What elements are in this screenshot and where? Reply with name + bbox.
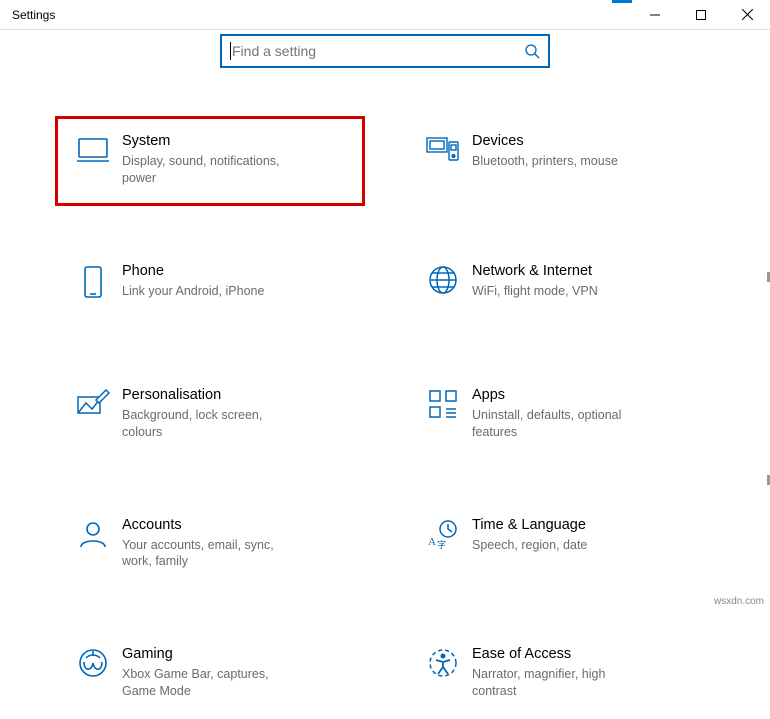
category-gaming[interactable]: Gaming Xbox Game Bar, captures, Game Mod… <box>55 629 365 719</box>
ease-of-access-icon <box>420 646 466 678</box>
personalisation-icon <box>70 387 116 417</box>
category-title: Ease of Access <box>472 646 700 662</box>
globe-icon <box>420 263 466 295</box>
category-title: Devices <box>472 133 700 149</box>
category-desc: Xbox Game Bar, captures, Game Mode <box>122 666 292 700</box>
category-desc: Bluetooth, printers, mouse <box>472 153 642 170</box>
window-title: Settings <box>0 8 632 22</box>
category-title: Apps <box>472 387 700 403</box>
accent-strip <box>612 0 632 3</box>
maximize-icon <box>696 10 706 20</box>
category-title: Phone <box>122 263 350 279</box>
accounts-icon <box>70 517 116 549</box>
category-desc: WiFi, flight mode, VPN <box>472 283 642 300</box>
category-phone[interactable]: Phone Link your Android, iPhone <box>55 246 365 330</box>
category-title: System <box>122 133 350 149</box>
devices-icon <box>420 133 466 163</box>
category-time-language[interactable]: A 字 Time & Language Speech, region, date <box>405 500 715 590</box>
close-icon <box>742 9 753 20</box>
apps-icon <box>420 387 466 419</box>
gaming-icon <box>70 646 116 678</box>
category-desc: Narrator, magnifier, high contrast <box>472 666 642 700</box>
category-system[interactable]: System Display, sound, notifications, po… <box>55 116 365 206</box>
minimize-button[interactable] <box>632 0 678 30</box>
minimize-icon <box>650 10 660 20</box>
category-accounts[interactable]: Accounts Your accounts, email, sync, wor… <box>55 500 365 590</box>
category-apps[interactable]: Apps Uninstall, defaults, optional featu… <box>405 370 715 460</box>
category-personalisation[interactable]: Personalisation Background, lock screen,… <box>55 370 365 460</box>
settings-home: System Display, sound, notifications, po… <box>0 30 770 719</box>
category-title: Accounts <box>122 517 350 533</box>
search-box[interactable] <box>220 34 550 68</box>
text-caret <box>230 42 231 60</box>
category-desc: Link your Android, iPhone <box>122 283 292 300</box>
phone-icon <box>70 263 116 299</box>
category-desc: Uninstall, defaults, optional features <box>472 407 642 441</box>
category-desc: Your accounts, email, sync, work, family <box>122 537 292 571</box>
window-controls <box>632 0 770 30</box>
category-network[interactable]: Network & Internet WiFi, flight mode, VP… <box>405 246 715 330</box>
close-button[interactable] <box>724 0 770 30</box>
category-desc: Background, lock screen, colours <box>122 407 292 441</box>
svg-text:字: 字 <box>437 539 446 549</box>
category-devices[interactable]: Devices Bluetooth, printers, mouse <box>405 116 715 206</box>
search-wrap <box>0 34 770 68</box>
search-input[interactable] <box>230 43 524 59</box>
category-ease-of-access[interactable]: Ease of Access Narrator, magnifier, high… <box>405 629 715 719</box>
watermark: wsxdn.com <box>714 596 764 607</box>
search-icon <box>524 43 540 59</box>
category-title: Time & Language <box>472 517 700 533</box>
svg-text:A: A <box>428 536 436 548</box>
category-desc: Display, sound, notifications, power <box>122 153 292 187</box>
category-grid: System Display, sound, notifications, po… <box>25 116 745 719</box>
maximize-button[interactable] <box>678 0 724 30</box>
category-title: Gaming <box>122 646 350 662</box>
titlebar: Settings <box>0 0 770 30</box>
time-language-icon: A 字 <box>420 517 466 549</box>
system-icon <box>70 133 116 163</box>
category-title: Personalisation <box>122 387 350 403</box>
category-desc: Speech, region, date <box>472 537 642 554</box>
category-title: Network & Internet <box>472 263 700 279</box>
